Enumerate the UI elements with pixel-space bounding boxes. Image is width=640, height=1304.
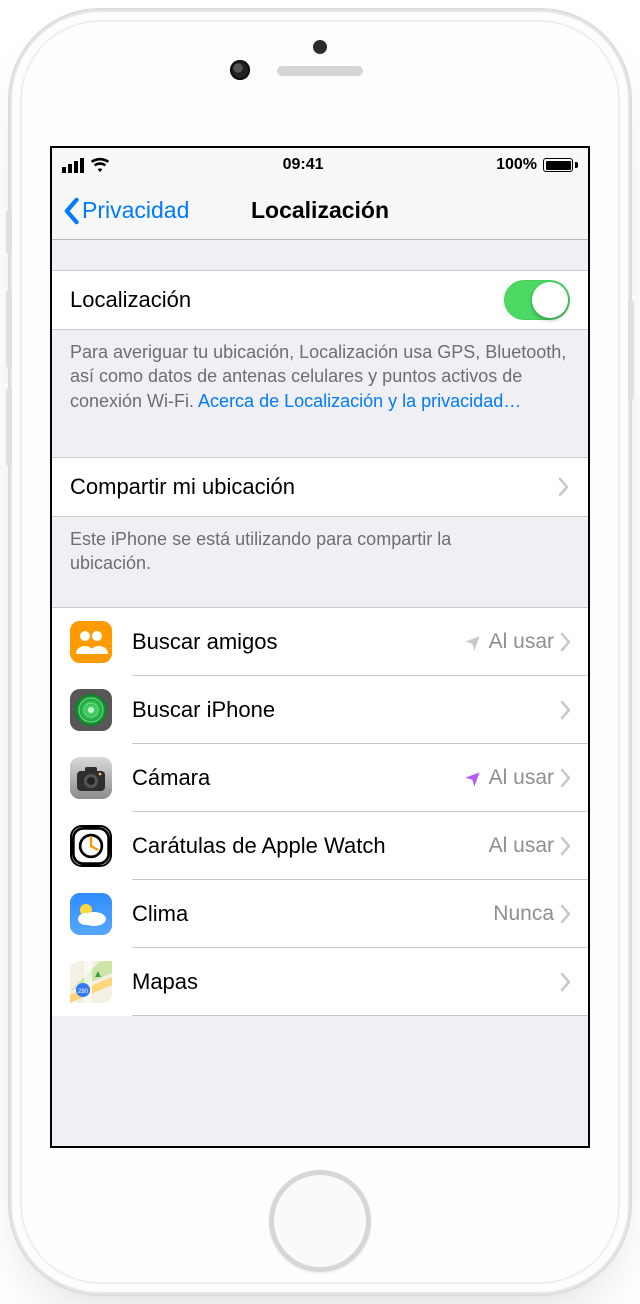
screen: 09:41 100% Privacidad Localización Local… — [50, 146, 590, 1148]
battery-percent: 100% — [496, 156, 537, 174]
about-location-privacy-link[interactable]: Acerca de Localización y la privacidad… — [198, 391, 521, 411]
chevron-left-icon — [62, 197, 80, 225]
page-title: Localización — [251, 197, 389, 224]
location-services-footer: Para averiguar tu ubicación, Localizació… — [52, 330, 588, 427]
app-row-mapas[interactable]: 280 Mapas — [52, 948, 588, 1016]
back-label: Privacidad — [82, 197, 189, 224]
location-arrow-icon: ➤ — [461, 765, 487, 791]
chevron-right-icon — [558, 477, 570, 497]
location-services-label: Localización — [70, 287, 504, 313]
app-row-buscar-amigos[interactable]: Buscar amigos➤Al usar — [52, 608, 588, 676]
chevron-right-icon — [560, 972, 572, 992]
cellular-signal-icon — [62, 158, 84, 173]
app-status-label: ➤Al usar — [466, 766, 554, 790]
share-my-location-row[interactable]: Compartir mi ubicación — [52, 457, 588, 517]
clima-app-icon — [70, 893, 112, 935]
app-name-label: Carátulas de Apple Watch — [132, 833, 489, 859]
app-status-label: Nunca — [493, 902, 554, 926]
buscar-iphone-app-icon — [70, 689, 112, 731]
nav-bar: Privacidad Localización — [52, 182, 588, 240]
app-name-label: Buscar iPhone — [132, 697, 554, 723]
home-button[interactable] — [269, 1170, 371, 1272]
app-name-label: Clima — [132, 901, 493, 927]
status-bar: 09:41 100% — [52, 148, 588, 182]
mapas-app-icon: 280 — [70, 961, 112, 1003]
front-camera — [230, 60, 250, 80]
iphone-device-frame: 09:41 100% Privacidad Localización Local… — [10, 10, 630, 1294]
settings-content: Localización Para averiguar tu ubicación… — [52, 240, 588, 1146]
app-status-label: ➤Al usar — [466, 630, 554, 654]
location-services-switch[interactable] — [504, 280, 570, 320]
app-name-label: Mapas — [132, 969, 554, 995]
power-button — [628, 300, 634, 400]
app-row-buscar-iphone[interactable]: Buscar iPhone — [52, 676, 588, 744]
app-name-label: Buscar amigos — [132, 629, 466, 655]
share-my-location-label: Compartir mi ubicación — [70, 474, 558, 500]
earpiece-speaker — [277, 66, 363, 76]
chevron-right-icon — [560, 904, 572, 924]
app-location-list: Buscar amigos➤Al usarBuscar iPhoneCámara… — [52, 607, 588, 1016]
buscar-amigos-app-icon — [70, 621, 112, 663]
battery-icon — [543, 158, 578, 172]
chevron-right-icon — [560, 632, 572, 652]
svg-text:280: 280 — [78, 989, 89, 995]
location-arrow-icon: ➤ — [461, 629, 487, 655]
status-time: 09:41 — [110, 156, 496, 174]
app-row-caratulas-apple-watch[interactable]: Carátulas de Apple WatchAl usar — [52, 812, 588, 880]
mute-switch — [6, 210, 12, 254]
app-status-label: Al usar — [489, 834, 554, 858]
camara-app-icon — [70, 757, 112, 799]
volume-down-button — [6, 388, 12, 466]
proximity-sensor — [313, 40, 327, 54]
back-button[interactable]: Privacidad — [62, 197, 189, 225]
chevron-right-icon — [560, 768, 572, 788]
chevron-right-icon — [560, 700, 572, 720]
share-my-location-footer: Este iPhone se está utilizando para comp… — [52, 517, 472, 590]
caratulas-apple-watch-app-icon — [70, 825, 112, 867]
app-name-label: Cámara — [132, 765, 466, 791]
volume-up-button — [6, 290, 12, 368]
chevron-right-icon — [560, 836, 572, 856]
location-services-toggle-row[interactable]: Localización — [52, 270, 588, 330]
app-row-clima[interactable]: ClimaNunca — [52, 880, 588, 948]
app-row-camara[interactable]: Cámara➤Al usar — [52, 744, 588, 812]
wifi-icon — [90, 155, 110, 175]
